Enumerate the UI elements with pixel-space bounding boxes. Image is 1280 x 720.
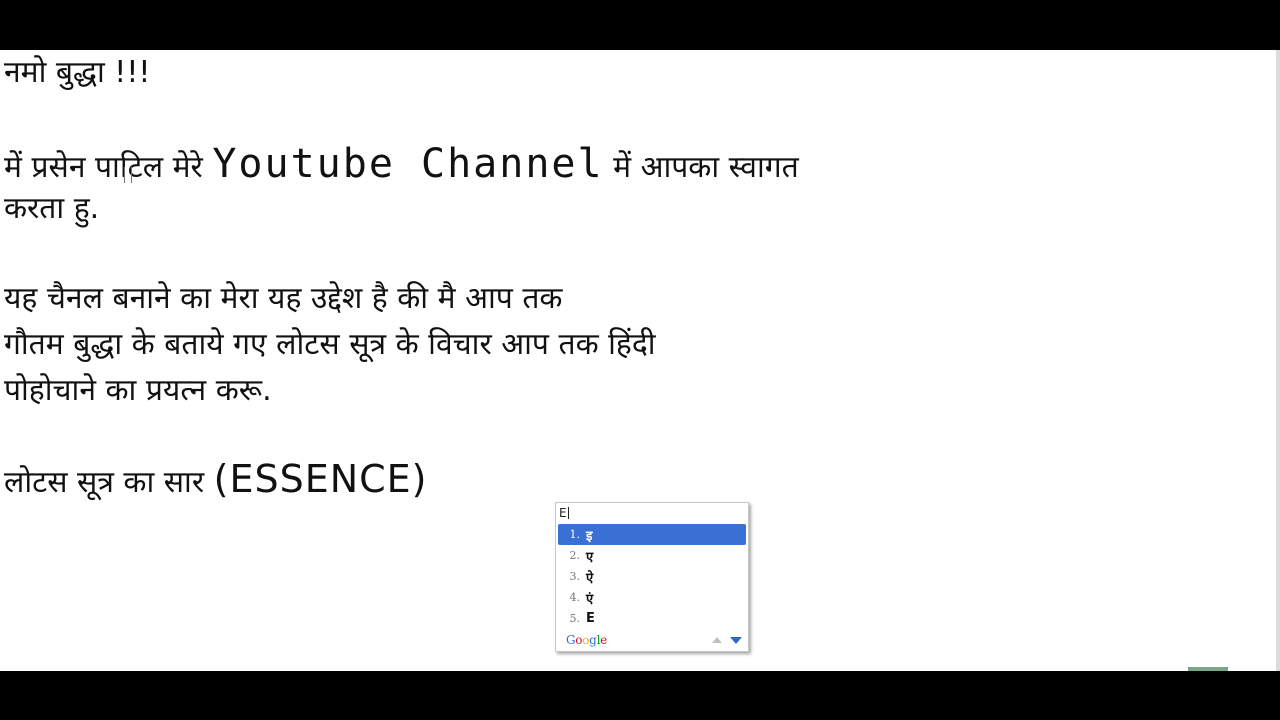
doc-line-2-pre: में प्रसेन पाटिल मेरे — [4, 150, 213, 185]
scroll-up-arrow-icon[interactable] — [712, 637, 722, 643]
ime-candidate-5[interactable]: 5. E — [558, 608, 746, 629]
candidate-number: 5. — [569, 612, 581, 625]
ime-paging — [712, 636, 742, 644]
taskbar-edge — [1188, 667, 1228, 671]
ime-candidate-4[interactable]: 4. एं — [558, 587, 746, 608]
ime-candidate-1[interactable]: 1. इ — [558, 524, 746, 545]
doc-line-6: पोहोचाने का प्रयत्न करू. — [4, 373, 272, 408]
scroll-down-arrow-icon[interactable] — [730, 636, 742, 644]
doc-line-4: यह चैनल बनाने का मेरा यह उद्देश है की मै… — [4, 281, 563, 316]
ime-candidate-list: 1. इ 2. ए 3. ऐ 4. एं 5. E — [558, 524, 746, 629]
doc-line-2-latin: Youtube Channel — [212, 141, 604, 187]
doc-line-7-latin: (ESSENCE) — [213, 457, 428, 501]
candidate-number: 1. — [569, 528, 581, 541]
ime-candidate-popup: E 1. इ 2. ए 3. ऐ 4. एं 5. E Google — [555, 502, 749, 652]
candidate-text: एं — [586, 591, 594, 607]
candidate-text: इ — [586, 528, 593, 544]
doc-line-7: लोटस सूत्र का सार (ESSENCE) — [4, 460, 428, 498]
ime-candidate-2[interactable]: 2. ए — [558, 545, 746, 566]
google-logo: Google — [566, 633, 607, 647]
doc-line-1: नमो बुद्धा !!! — [4, 55, 151, 90]
google-logo-letter: g — [589, 633, 597, 647]
candidate-text: ए — [586, 549, 594, 565]
doc-line-7-pre: लोटस सूत्र का सार — [4, 465, 214, 500]
doc-line-2-post: में आपका स्वागत — [603, 150, 799, 185]
text-cursor-icon — [124, 167, 132, 183]
candidate-number: 2. — [569, 549, 581, 562]
vertical-scrollbar[interactable] — [1276, 50, 1280, 671]
ime-composition-text: E — [559, 506, 567, 520]
candidate-number: 4. — [569, 591, 581, 604]
google-logo-letter: e — [600, 633, 607, 647]
candidate-number: 3. — [569, 570, 581, 583]
google-logo-letter: G — [566, 633, 576, 647]
candidate-text: ऐ — [586, 570, 594, 586]
doc-line-5: गौतम बुद्धा के बताये गए लोटस सूत्र के वि… — [4, 327, 656, 362]
candidate-text: E — [586, 611, 595, 626]
ime-footer: Google — [566, 631, 742, 649]
ime-candidate-3[interactable]: 3. ऐ — [558, 566, 746, 587]
doc-line-3: करता हु. — [4, 191, 100, 226]
